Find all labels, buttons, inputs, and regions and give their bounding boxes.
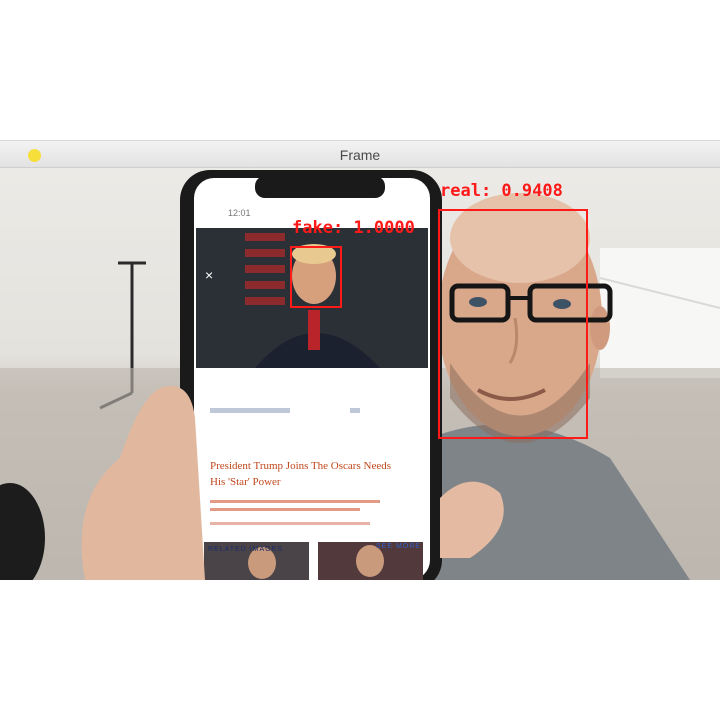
room-window — [600, 248, 720, 378]
fake-score-label: fake: 1.0000 — [292, 218, 415, 238]
app-window: Frame 12:01 × President Trump Joins The … — [0, 140, 720, 580]
title-bar[interactable]: Frame — [0, 140, 720, 168]
phone-clock: 12:01 — [228, 208, 251, 218]
window-title: Frame — [339, 147, 381, 163]
video-frame: 12:01 × President Trump Joins The Oscars… — [0, 168, 720, 580]
real-face-box — [438, 209, 588, 439]
close-icon[interactable]: × — [205, 267, 213, 283]
real-score-label: real: 0.9408 — [440, 181, 563, 201]
article-headline[interactable]: President Trump Joins The Oscars Needs H… — [210, 458, 400, 490]
related-images-label: RELATED IMAGES — [208, 546, 283, 553]
see-more-link[interactable]: SEE MORE — [376, 543, 421, 550]
fake-face-box — [290, 246, 342, 308]
